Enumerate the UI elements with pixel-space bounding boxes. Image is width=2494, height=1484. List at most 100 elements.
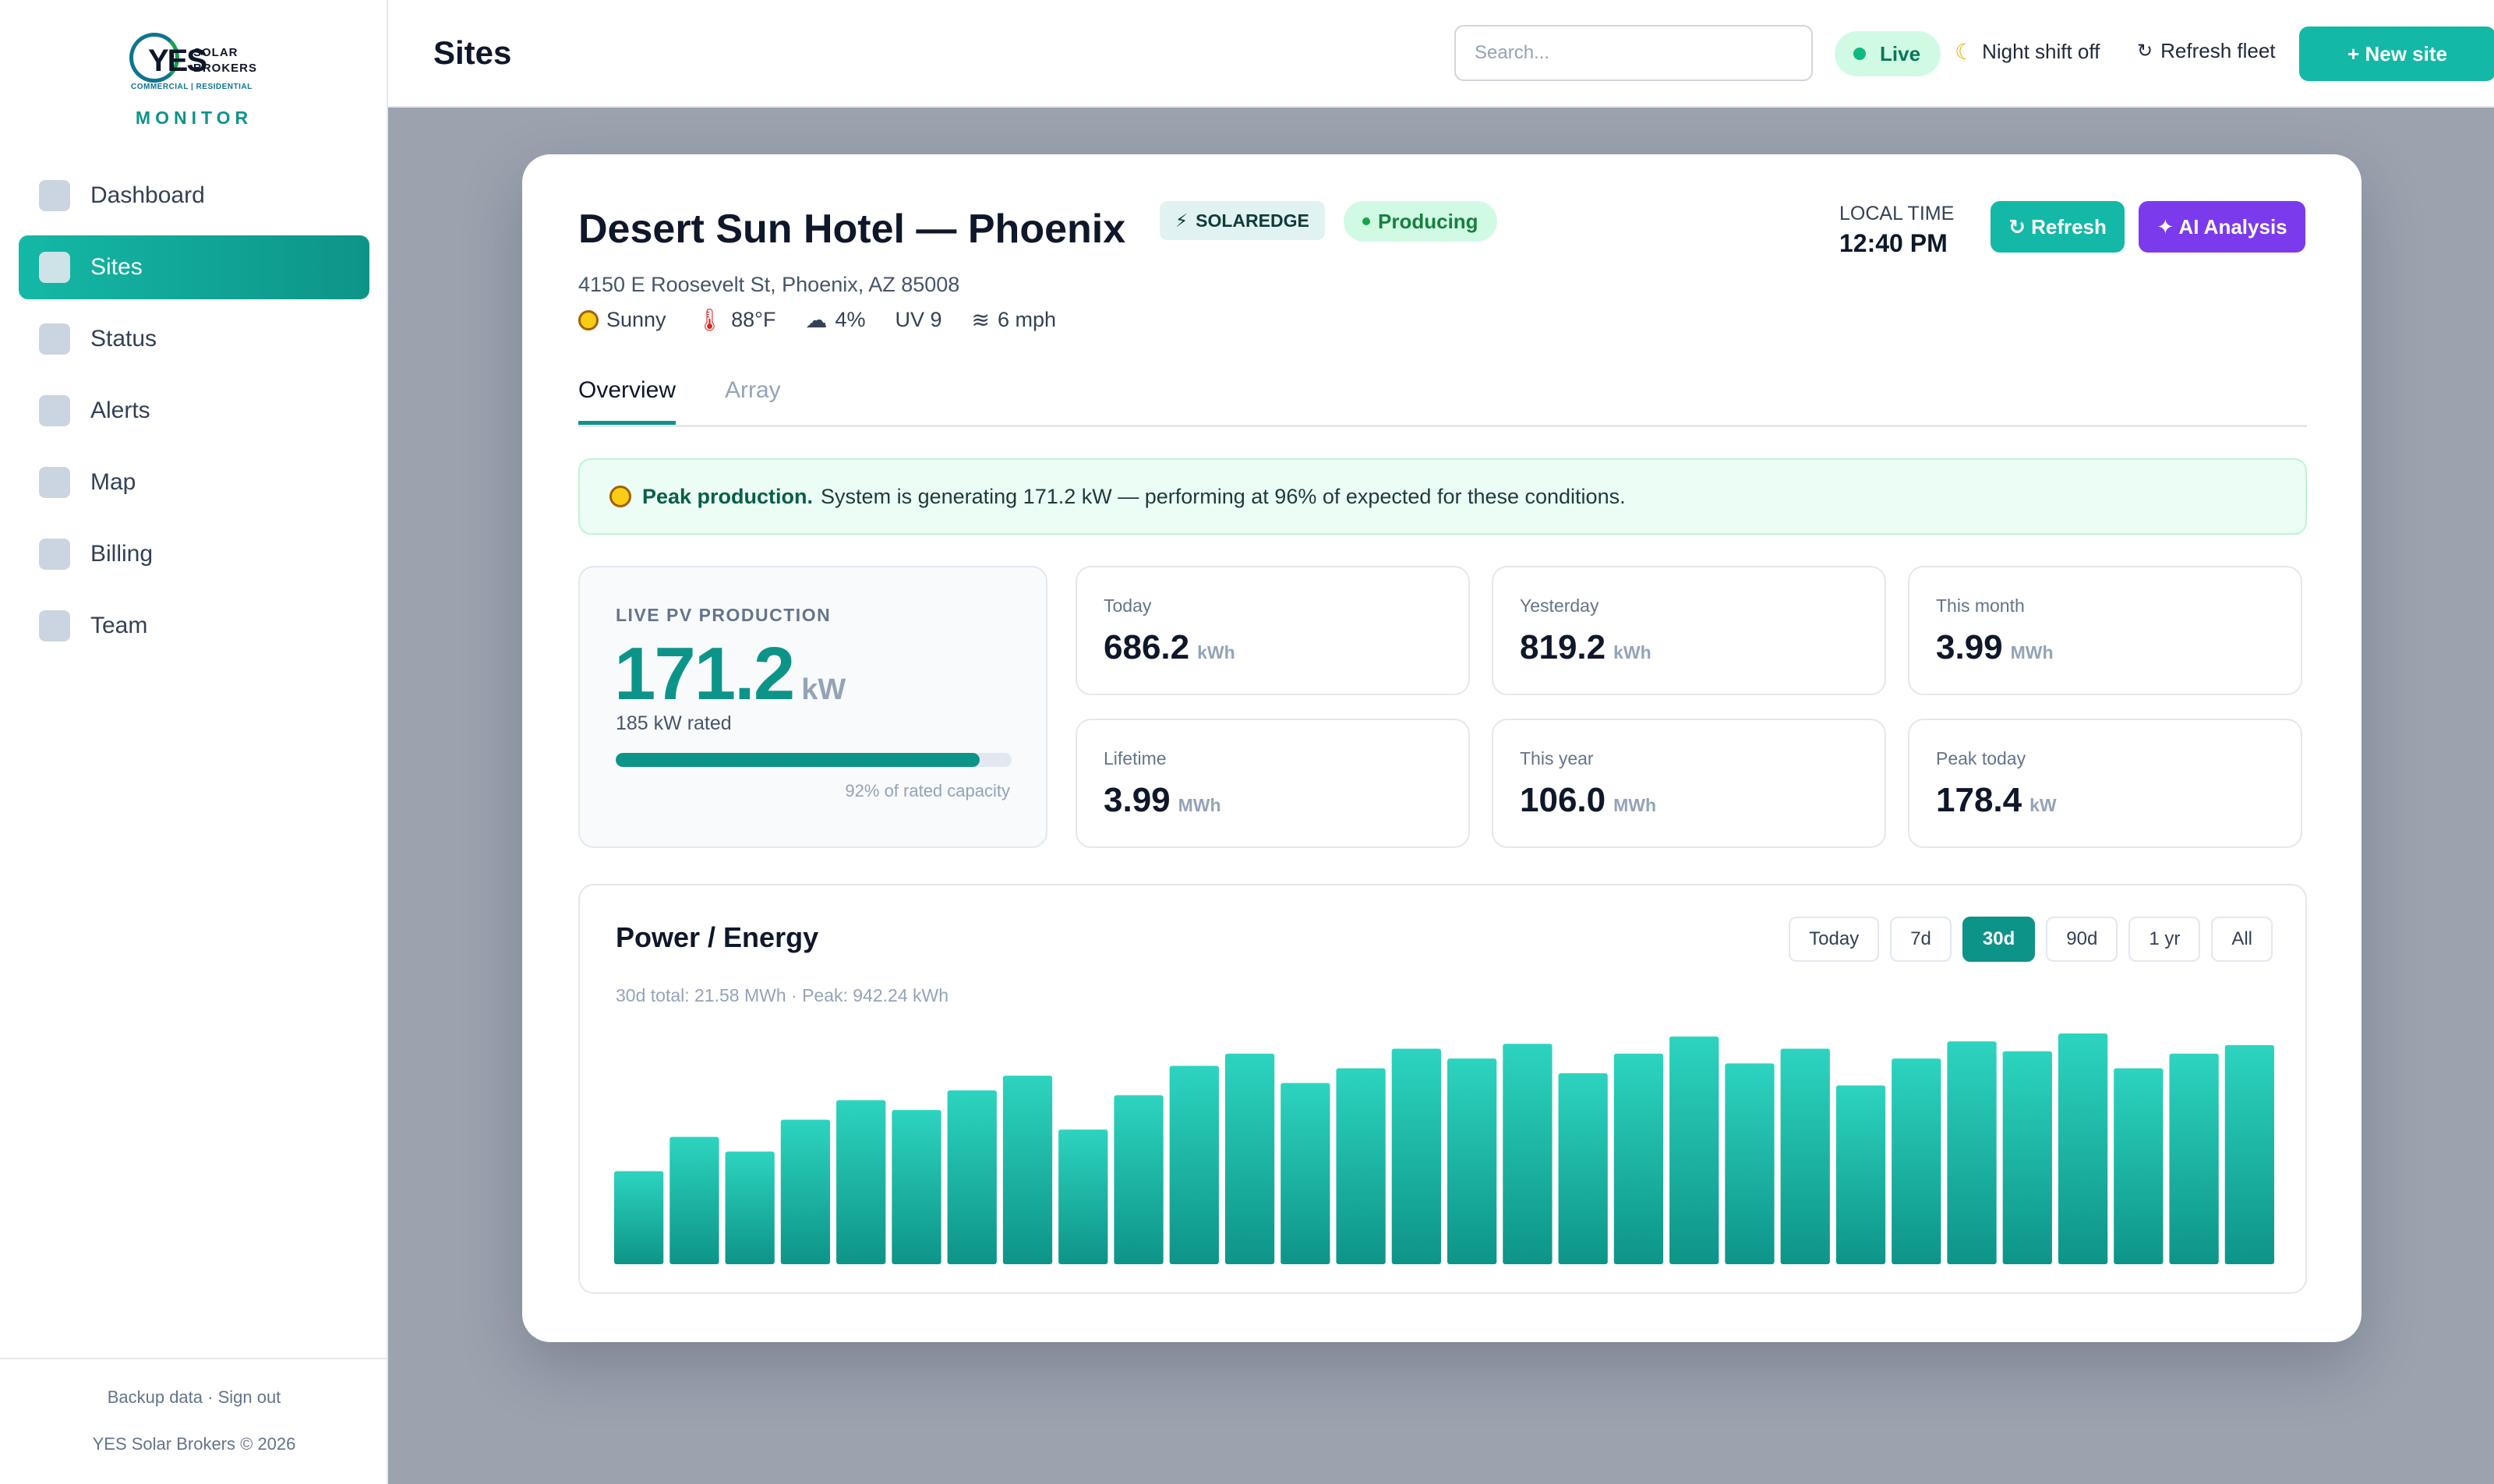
alert-title: Peak production.	[642, 484, 814, 508]
night-shift-label: Night shift off	[1982, 40, 2100, 63]
chart-bar-day-5[interactable]	[836, 1100, 886, 1264]
weather-row: Sunny 🌡 88°F ☁ 4% UV 9 ≋ 6 mph	[578, 307, 1086, 333]
status-badge: Producing	[1344, 201, 1497, 242]
chart-bar-day-11[interactable]	[1169, 1065, 1219, 1264]
cloud-icon: ☁	[805, 308, 828, 332]
tab-overview[interactable]: Overview	[578, 377, 676, 425]
sidebar-item-team[interactable]: Team	[19, 594, 369, 658]
range-7d-button[interactable]: 7d	[1890, 917, 1952, 962]
chart-bar-day-26[interactable]	[2002, 1051, 2052, 1264]
stat-number: 686.2	[1104, 628, 1190, 666]
range-today-button[interactable]: Today	[1789, 917, 1880, 962]
stat-unit: MWh	[1178, 795, 1221, 815]
chart-bar-day-18[interactable]	[1558, 1072, 1608, 1264]
sidebar-item-label: Dashboard	[90, 182, 205, 208]
site-title: Desert Sun Hotel — Phoenix	[578, 207, 1126, 252]
chart-bar-day-29[interactable]	[2169, 1053, 2219, 1264]
range-90d-button[interactable]: 90d	[2046, 917, 2118, 962]
power-energy-chart-card: Power / Energy Today 7d 30d 90d 1 yr All…	[578, 884, 2307, 1294]
ai-analysis-button[interactable]: ✦ AI Analysis	[2139, 201, 2305, 253]
search-input[interactable]	[1454, 25, 1813, 81]
bolt-icon: ⚡	[1175, 210, 1189, 231]
chart-bar-day-25[interactable]	[1947, 1041, 1997, 1264]
stat-label: Peak today	[1936, 748, 2026, 768]
chart-bar-day-23[interactable]	[1835, 1085, 1886, 1264]
chart-bar-day-16[interactable]	[1447, 1058, 1497, 1264]
new-site-button[interactable]: + New site	[2299, 26, 2494, 81]
rated-capacity: 185 kW rated	[616, 712, 732, 734]
map-icon	[39, 467, 70, 498]
chart-bar-day-17[interactable]	[1503, 1044, 1553, 1264]
sun-icon	[578, 309, 599, 330]
chart-bar-day-9[interactable]	[1058, 1129, 1108, 1264]
chart-bar-day-28[interactable]	[2114, 1068, 2164, 1264]
capacity-percent-text: 92% of rated capacity	[845, 781, 1010, 800]
chart-bar-day-8[interactable]	[1002, 1076, 1053, 1264]
sidebar-item-dashboard[interactable]: Dashboard	[19, 164, 369, 228]
chart-bar-day-10[interactable]	[1114, 1095, 1164, 1264]
chart-bar-day-13[interactable]	[1281, 1083, 1330, 1264]
chart-bar-day-3[interactable]	[725, 1151, 775, 1264]
chart-bar-day-6[interactable]	[892, 1110, 941, 1264]
chart-bar-day-20[interactable]	[1669, 1036, 1719, 1264]
stat-value: 686.2 kWh	[1104, 628, 1235, 667]
sidebar-footer: Backup data · Sign out YES Solar Brokers…	[0, 1358, 388, 1484]
footer-links[interactable]: Backup data · Sign out	[0, 1387, 388, 1408]
weather-temp: 🌡 88°F	[696, 307, 776, 333]
provider-badge-label: SOLAREDGE	[1196, 210, 1309, 231]
chart-bar-day-2[interactable]	[669, 1136, 719, 1264]
night-shift-toggle[interactable]: ☾ Night shift off	[1955, 39, 2100, 65]
site-address: 4150 E Roosevelt St, Phoenix, AZ 85008	[578, 273, 960, 296]
chart-bar-day-7[interactable]	[947, 1090, 997, 1264]
range-1yr-button[interactable]: 1 yr	[2128, 917, 2201, 962]
range-30d-button[interactable]: 30d	[1962, 917, 2036, 962]
chart-bar-day-12[interactable]	[1224, 1053, 1275, 1264]
refresh-fleet-button[interactable]: ↻ Refresh fleet	[2137, 39, 2276, 63]
range-all-button[interactable]: All	[2211, 917, 2273, 962]
sidebar-item-map[interactable]: Map	[19, 450, 369, 514]
chart-bar-day-27[interactable]	[2058, 1034, 2108, 1264]
chart-bar-day-19[interactable]	[1613, 1053, 1664, 1264]
chart-bar-day-24[interactable]	[1892, 1058, 1941, 1264]
sun-icon	[609, 486, 631, 507]
chart-bar-day-1[interactable]	[614, 1171, 664, 1264]
topbar: Sites Live ☾ Night shift off ↻ Refresh f…	[388, 0, 2494, 108]
sidebar-item-label: Map	[90, 469, 136, 495]
tab-array[interactable]: Array	[725, 377, 781, 404]
refresh-button[interactable]: ↻ Refresh	[1991, 201, 2125, 253]
weather-condition: Sunny	[578, 308, 666, 332]
sidebar-item-status[interactable]: Status	[19, 307, 369, 371]
dashboard-icon	[39, 180, 70, 211]
live-status-toggle[interactable]: Live	[1835, 31, 1941, 76]
chart-bar-day-21[interactable]	[1725, 1063, 1775, 1264]
copyright: YES Solar Brokers © 2026	[92, 1434, 296, 1454]
stat-number: 106.0	[1520, 781, 1606, 819]
stat-number: 3.99	[1936, 628, 2003, 666]
stat-this-month: This month 3.99 MWh	[1908, 566, 2302, 695]
chart-bar-day-30[interactable]	[2224, 1044, 2274, 1264]
chart-bar-day-14[interactable]	[1336, 1068, 1386, 1264]
logo-tagline: COMMERCIAL | RESIDENTIAL	[131, 83, 253, 91]
chart-bar-day-22[interactable]	[1780, 1048, 1830, 1264]
capacity-progress-bar	[616, 753, 1012, 767]
live-production-label: LIVE PV PRODUCTION	[616, 605, 832, 625]
page-title: Sites	[433, 34, 512, 71]
stat-label: This month	[1936, 595, 2025, 616]
stat-yesterday: Yesterday 819.2 kWh	[1492, 566, 1886, 695]
weather-wind-text: 6 mph	[997, 308, 1057, 331]
stat-unit: MWh	[1613, 795, 1657, 815]
stat-label: This year	[1520, 748, 1594, 768]
sidebar-item-billing[interactable]: Billing	[19, 522, 369, 586]
alert-message: System is generating 171.2 kW — performi…	[821, 484, 1626, 508]
live-production-value: 171.2 kW	[614, 631, 846, 717]
sidebar-item-alerts[interactable]: Alerts	[19, 379, 369, 443]
company-logo[interactable]: YES SOLAR BROKERS COMMERCIAL | RESIDENTI…	[125, 28, 257, 94]
chart-bar-day-4[interactable]	[780, 1119, 831, 1264]
moon-icon: ☾	[1955, 40, 1975, 64]
alerts-icon	[39, 395, 70, 426]
sidebar-item-sites[interactable]: Sites	[19, 235, 369, 299]
chart-bar-day-15[interactable]	[1391, 1048, 1441, 1264]
status-icon	[39, 323, 70, 355]
stat-value: 3.99 MWh	[1936, 628, 2054, 667]
sidebar: YES SOLAR BROKERS COMMERCIAL | RESIDENTI…	[0, 0, 388, 1484]
